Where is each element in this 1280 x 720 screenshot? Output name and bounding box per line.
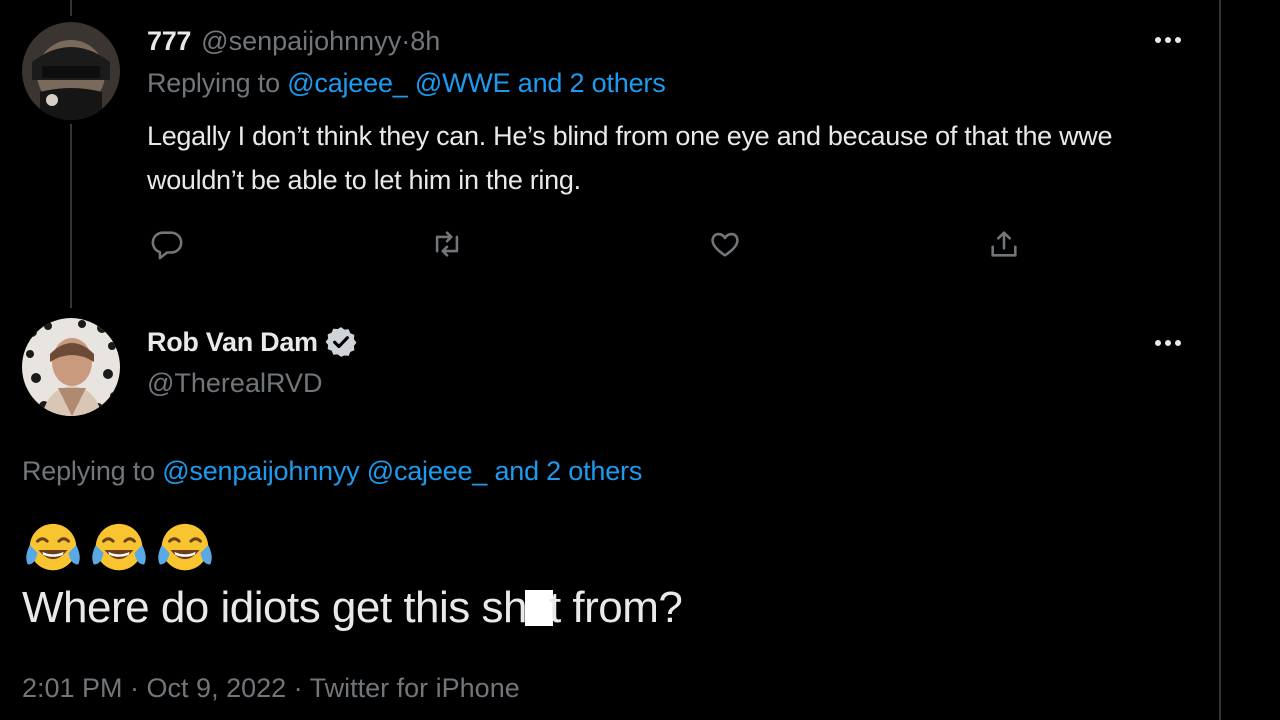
reply-icon [151,231,183,260]
retweet-icon [435,231,459,257]
column-divider [1219,0,1221,720]
tweet-text: Where do idiots get this sh t from? [22,580,683,636]
more-options-button[interactable] [1148,331,1188,355]
others-link[interactable]: and 2 others [494,456,642,486]
mention-link[interactable]: @cajeee_ [367,456,495,486]
replying-to-label: Replying to [147,68,288,98]
tweet2-header: Rob Van Dam [147,322,358,362]
retweet-button[interactable] [427,224,467,264]
like-icon [711,232,739,257]
replying-to-line: Replying to @cajeee_ @WWE and 2 others [147,68,666,99]
tweet-action-bar [147,224,1027,264]
tears-of-joy-emoji-icon [88,518,150,580]
replying-to-label: Replying to [22,456,163,486]
mention-link[interactable]: @cajeee_ [287,68,415,98]
tweet-text: Legally I don’t think they can. He’s bli… [147,121,1113,195]
avatar-therealrvd[interactable] [22,318,120,416]
mention-link[interactable]: @WWE [415,68,518,98]
username-handle[interactable]: @senpaijohnnyy [201,26,401,57]
ellipsis-icon [1155,340,1181,346]
reply-button[interactable] [147,224,187,264]
verified-badge-icon [324,325,358,359]
tears-of-joy-emoji-icon [22,518,84,580]
avatar-image [22,22,120,120]
like-button[interactable] [705,224,745,264]
display-name[interactable]: Rob Van Dam [147,327,318,358]
tweet-text-part: t from? [548,583,683,632]
avatar-image [22,318,120,416]
thread-connector-line [70,124,72,308]
username-handle[interactable]: @TherealRVD [147,368,322,399]
separator-dot: · [401,25,411,56]
tweet-thread: 777 @senpaijohnnyy · 8h Replying to @caj… [0,0,1280,720]
emoji-row [22,518,216,578]
tweet1-header: 777 @senpaijohnnyy · 8h [147,22,440,60]
tweet-text-part: Where do idiots get this sh [22,583,527,632]
avatar-senpaijohnnyy[interactable] [22,22,120,120]
ellipsis-icon [1155,37,1181,43]
more-options-button[interactable] [1148,28,1188,52]
share-button[interactable] [984,224,1024,264]
others-link[interactable]: and 2 others [518,68,666,98]
tears-of-joy-emoji-icon [154,518,216,580]
thread-line-top [70,0,72,16]
share-icon [991,231,1017,257]
display-name[interactable]: 777 [147,26,191,57]
tweet-timestamp[interactable]: 2:01 PM · Oct 9, 2022 · Twitter for iPho… [22,673,520,704]
mention-link[interactable]: @senpaijohnnyy [162,456,367,486]
replying-to-line: Replying to @senpaijohnnyy @cajeee_ and … [22,456,642,487]
tweet-time[interactable]: 8h [410,26,440,57]
